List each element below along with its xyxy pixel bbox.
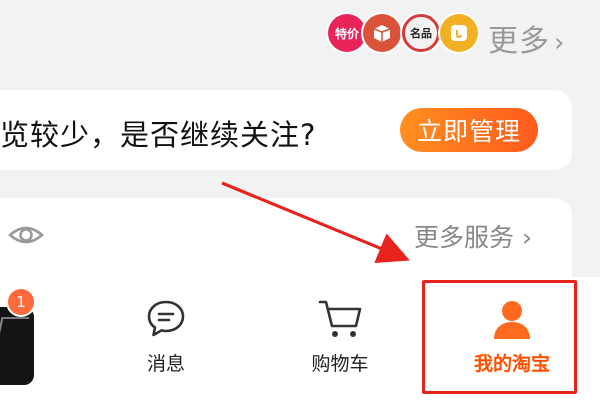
tab-avatar[interactable]: 1 xyxy=(0,289,36,385)
more-services-label: 更多服务 xyxy=(414,223,515,252)
more-link[interactable]: 更多 › xyxy=(488,16,565,60)
mingpin-badge-label: 名品 xyxy=(410,27,432,40)
tab-cart-label: 购物车 xyxy=(311,353,369,375)
mingpin-badge-icon[interactable]: 名品 xyxy=(402,14,440,52)
message-icon xyxy=(147,300,185,337)
follow-notice-card: 览较少，是否继续关注? 立即管理 xyxy=(0,90,572,170)
tejia-badge-label: 特价 xyxy=(334,26,359,41)
avatar xyxy=(0,307,34,385)
notice-text: 览较少，是否继续关注? xyxy=(0,118,317,152)
tab-messages-label: 消息 xyxy=(146,353,185,375)
notification-count-badge: 1 xyxy=(8,289,34,315)
cart-icon xyxy=(318,300,362,337)
box-icon xyxy=(373,25,391,42)
box-badge-icon[interactable] xyxy=(363,14,401,52)
chevron-right-icon: › xyxy=(521,223,532,252)
more-services-link[interactable]: 更多服务 › xyxy=(414,218,532,254)
tab-cart[interactable]: 购物车 xyxy=(302,297,378,376)
chevron-right-icon: › xyxy=(554,28,566,58)
coupon-badge-icon[interactable] xyxy=(440,14,478,52)
more-label: 更多 xyxy=(488,24,550,59)
coupon-icon xyxy=(451,25,467,41)
eye-icon[interactable] xyxy=(8,220,44,250)
tab-messages[interactable]: 消息 xyxy=(136,297,196,376)
annotation-highlight-box xyxy=(422,280,577,394)
manage-now-button[interactable]: 立即管理 xyxy=(400,108,538,152)
tejia-badge-icon[interactable]: 特价 xyxy=(328,14,366,52)
top-shortcut-row: 特价 名品 更多 › xyxy=(0,0,600,76)
